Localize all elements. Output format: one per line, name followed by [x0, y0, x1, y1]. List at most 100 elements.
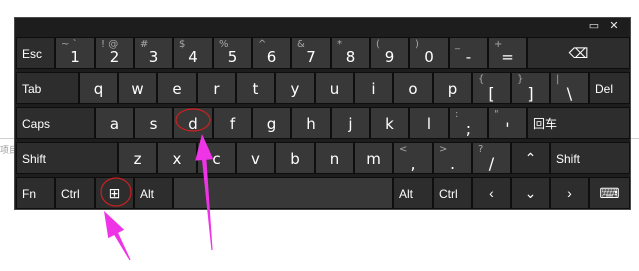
key-ralt[interactable]: Alt — [393, 177, 433, 209]
key-label: i — [371, 80, 376, 98]
key-6[interactable]: ^ 6 — [252, 37, 291, 69]
arrow-up-icon: ⌃ — [524, 150, 537, 166]
key-v[interactable]: v — [236, 142, 275, 174]
key-4[interactable]: $4 — [173, 37, 213, 69]
key-label: n — [329, 150, 340, 168]
key-label: 9 — [384, 48, 395, 66]
key-quote[interactable]: " ' — [488, 107, 527, 139]
key-label: m — [366, 150, 381, 168]
key-m[interactable]: m — [354, 142, 393, 174]
key-1[interactable]: ~ ` 1 — [55, 37, 95, 69]
key-e[interactable]: e — [157, 72, 197, 104]
key-s[interactable]: s — [134, 107, 173, 139]
key-k[interactable]: k — [370, 107, 409, 139]
key-alt-label: " — [494, 109, 499, 120]
key-2[interactable]: ! @2 — [95, 37, 134, 69]
key-a[interactable]: a — [95, 107, 134, 139]
key-space[interactable] — [173, 177, 393, 209]
key-n[interactable]: n — [315, 142, 354, 174]
key-down[interactable]: ⌄ — [511, 177, 550, 209]
key-7[interactable]: & 7 — [291, 37, 331, 69]
key-l[interactable]: l — [409, 107, 449, 139]
key-u[interactable]: u — [315, 72, 354, 104]
key-f[interactable]: f — [213, 107, 252, 139]
key-label: d — [188, 115, 198, 133]
key-enter[interactable]: 回车 — [527, 107, 630, 139]
key-label: r — [213, 80, 220, 98]
key-b[interactable]: b — [275, 142, 315, 174]
key-label: k — [385, 115, 394, 133]
key-label: 4 — [188, 48, 198, 66]
key-alt-label: ? — [478, 144, 484, 155]
key-8[interactable]: * 8 — [331, 37, 370, 69]
arrow-right-icon: › — [567, 185, 572, 201]
key-z[interactable]: z — [118, 142, 157, 174]
key-rshift[interactable]: Shift — [550, 142, 630, 174]
key-t[interactable]: t — [236, 72, 275, 104]
key-caps[interactable]: Caps — [16, 107, 95, 139]
key-label: [ — [488, 84, 495, 103]
key-label: Caps — [22, 117, 51, 131]
key-lalt[interactable]: Alt — [134, 177, 173, 209]
key-o[interactable]: o — [393, 72, 433, 104]
annotation-arrow-to-win — [104, 211, 131, 261]
key-y[interactable]: y — [275, 72, 315, 104]
key-comma[interactable]: <, — [393, 142, 433, 174]
key-equals[interactable]: + = — [488, 37, 527, 69]
key-lctrl[interactable]: Ctrl — [55, 177, 95, 209]
close-icon[interactable]: ✕ — [608, 20, 620, 32]
key-label: Ctrl — [439, 187, 458, 201]
key-semicolon[interactable]: :; — [449, 107, 488, 139]
key-label: 1 — [70, 48, 80, 66]
key-tab[interactable]: Tab — [16, 72, 79, 104]
key-fn[interactable]: Fn — [16, 177, 55, 209]
key-i[interactable]: i — [354, 72, 393, 104]
key-label: p — [447, 80, 458, 98]
key-lshift[interactable]: Shift — [16, 142, 118, 174]
key-lbracket[interactable]: {[ — [472, 72, 511, 104]
key-label: 6 — [266, 48, 277, 66]
key-label: 2 — [109, 48, 120, 66]
key-label: g — [266, 115, 277, 133]
key-label: t — [252, 80, 259, 98]
key-q[interactable]: q — [79, 72, 118, 104]
key-h[interactable]: h — [291, 107, 331, 139]
key-period[interactable]: >. — [433, 142, 472, 174]
key-9[interactable]: (9 — [370, 37, 409, 69]
key-0[interactable]: ) 0 — [409, 37, 449, 69]
key-backspace[interactable]: ⌫ — [527, 37, 630, 69]
key-up[interactable]: ⌃ — [511, 142, 550, 174]
key-5[interactable]: % 5 — [213, 37, 252, 69]
key-label: ] — [527, 84, 534, 103]
key-r[interactable]: r — [197, 72, 236, 104]
key-label: 5 — [227, 48, 238, 66]
key-j[interactable]: j — [331, 107, 370, 139]
key-del[interactable]: Del — [589, 72, 630, 104]
key-p[interactable]: p — [433, 72, 472, 104]
key-label: 0 — [424, 48, 434, 66]
key-w[interactable]: w — [118, 72, 157, 104]
key-minus[interactable]: _ - — [449, 37, 488, 69]
key-right[interactable]: › — [550, 177, 589, 209]
key-d[interactable]: d — [173, 107, 213, 139]
key-win[interactable]: ⊞ — [95, 177, 134, 209]
key-rctrl[interactable]: Ctrl — [433, 177, 472, 209]
key-kbd[interactable]: ⌨ — [589, 177, 630, 209]
key-g[interactable]: g — [252, 107, 291, 139]
key-backslash[interactable]: | \ — [550, 72, 589, 104]
key-left[interactable]: ‹ — [472, 177, 511, 209]
key-x[interactable]: x — [157, 142, 197, 174]
key-rbracket[interactable]: }] — [511, 72, 550, 104]
key-esc[interactable]: Esc — [16, 37, 55, 69]
minimize-icon[interactable]: ▭ — [588, 20, 600, 32]
key-label: w — [131, 80, 144, 98]
key-c[interactable]: c — [197, 142, 236, 174]
key-label: Del — [595, 82, 614, 96]
touch-keyboard: ▭ ✕ Esc ~ ` 1! @2 #3 $4% 5 ^ 6 & 7 * 8(9) 0 _ - + = ⌫ Tab q… — [14, 17, 631, 210]
arrow-left-icon: ‹ — [489, 185, 494, 201]
key-label: - — [465, 48, 472, 66]
key-3[interactable]: #3 — [134, 37, 173, 69]
key-label: 回车 — [533, 117, 558, 131]
key-slash[interactable]: ? / — [472, 142, 511, 174]
key-label: a — [109, 115, 120, 133]
